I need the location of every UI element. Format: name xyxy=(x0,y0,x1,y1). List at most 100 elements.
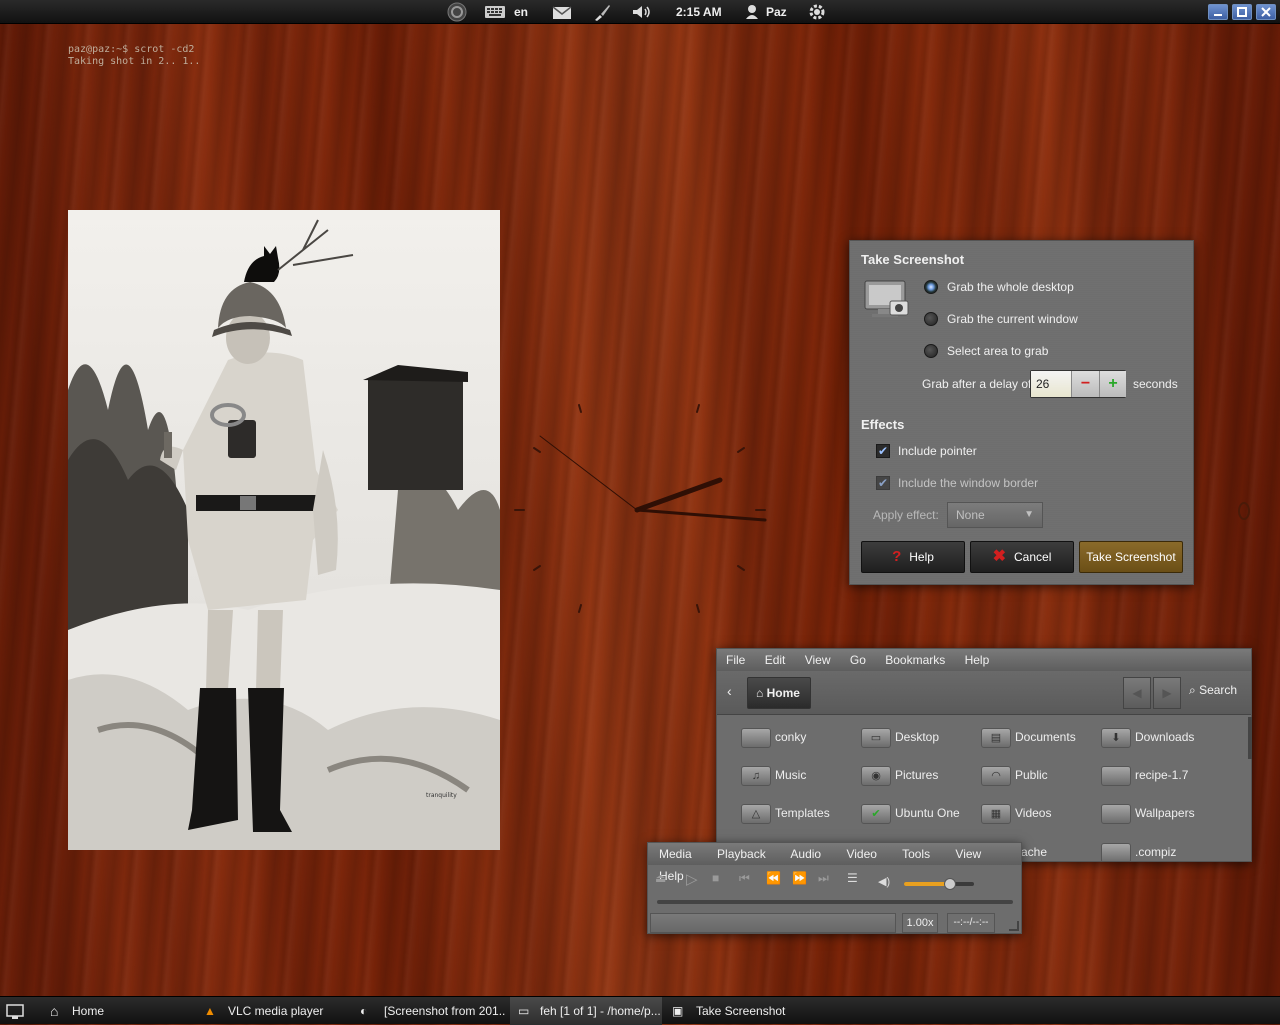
grab-whole-desktop-label[interactable]: Grab the whole desktop xyxy=(947,280,1074,294)
next-icon[interactable]: ⏭ xyxy=(818,871,829,886)
folder-item[interactable]: .compiz xyxy=(1101,840,1176,861)
task-take-screenshot[interactable]: ▣ Take Screenshot xyxy=(668,997,818,1025)
help-button[interactable]: ? Help xyxy=(861,541,965,573)
include-border-checkbox[interactable]: ✔ xyxy=(876,476,890,490)
menu-go[interactable]: Go xyxy=(850,653,866,667)
search-button[interactable]: ⌕ Search xyxy=(1189,683,1237,698)
volume-slider-handle[interactable] xyxy=(943,878,956,890)
select-area-label[interactable]: Select area to grab xyxy=(947,344,1048,358)
vlc-menu-playback[interactable]: Playback xyxy=(717,847,766,861)
playlist-icon[interactable]: ☰ xyxy=(847,871,858,885)
increase-delay-button[interactable]: + xyxy=(1099,371,1126,397)
delay-input[interactable]: 26 xyxy=(1031,371,1071,397)
videos-folder-icon: ▦ xyxy=(981,804,1011,824)
show-desktop-button[interactable] xyxy=(4,997,26,1025)
task-feh[interactable]: ▭ feh [1 of 1] - /home/p... xyxy=(510,997,662,1025)
folder-label: recipe-1.7 xyxy=(1135,768,1189,782)
cancel-button[interactable]: ✖ Cancel xyxy=(970,541,1074,573)
user-name[interactable]: Paz xyxy=(766,0,787,24)
folder-label: .compiz xyxy=(1135,845,1177,859)
scrollbar[interactable] xyxy=(1248,717,1252,759)
location-home-button[interactable]: ⌂ Home xyxy=(747,677,811,709)
folder-item[interactable]: △ Templates xyxy=(741,801,830,825)
seek-bar[interactable] xyxy=(657,900,1013,904)
playback-speed[interactable]: 1.00x xyxy=(902,913,938,933)
rewind-icon[interactable]: ⏪ xyxy=(766,871,781,885)
folder-item[interactable]: Wallpapers xyxy=(1101,801,1195,825)
photo-viewer-image[interactable]: tranquility xyxy=(68,210,500,850)
apply-effect-select[interactable]: None ▼ xyxy=(947,502,1043,528)
search-label: Search xyxy=(1199,683,1238,697)
vlc-menu-view[interactable]: View xyxy=(955,847,981,861)
grab-whole-desktop-radio[interactable] xyxy=(924,280,938,294)
menu-file[interactable]: File xyxy=(726,653,745,667)
grab-current-window-radio[interactable] xyxy=(924,312,938,326)
volume-icon[interactable]: ◀) xyxy=(878,875,890,888)
folder-item[interactable]: ▭ Desktop xyxy=(861,725,939,749)
task-label: [Screenshot from 201... xyxy=(384,1004,506,1018)
terminal-line: Taking shot in 2.. 1.. xyxy=(68,56,201,67)
folder-item[interactable]: ✔ Ubuntu One xyxy=(861,801,960,825)
previous-icon[interactable]: ⏮ xyxy=(739,871,750,886)
folder-item[interactable]: conky xyxy=(741,725,806,749)
include-border-label[interactable]: Include the window border xyxy=(898,476,1038,490)
stop-icon[interactable]: ■ xyxy=(712,871,719,885)
decrease-delay-button[interactable]: − xyxy=(1071,371,1099,397)
menu-edit[interactable]: Edit xyxy=(765,653,786,667)
folder-item[interactable]: ▦ Videos xyxy=(981,801,1051,825)
menu-bookmarks[interactable]: Bookmarks xyxy=(885,653,945,667)
gear-icon[interactable] xyxy=(806,0,828,24)
grab-current-window-label[interactable]: Grab the current window xyxy=(947,312,1078,326)
play-icon[interactable]: ▷ xyxy=(686,870,698,888)
chevron-down-icon: ▼ xyxy=(1024,509,1034,520)
task-vlc[interactable]: ▲ VLC media player xyxy=(200,997,350,1025)
volume-icon[interactable] xyxy=(630,0,654,24)
folder-item[interactable]: ▤ Documents xyxy=(981,725,1076,749)
maximize-button[interactable] xyxy=(1232,4,1252,20)
menu-help[interactable]: Help xyxy=(965,653,990,667)
volume-slider-fill xyxy=(904,882,950,886)
folder-item[interactable]: ⬇ Downloads xyxy=(1101,725,1194,749)
eject-icon[interactable]: ⏏ xyxy=(655,871,666,885)
keyboard-icon[interactable] xyxy=(484,0,506,24)
take-screenshot-dialog: Take Screenshot Grab the whole desktop G… xyxy=(849,240,1194,585)
brush-icon[interactable] xyxy=(592,0,612,24)
close-button[interactable] xyxy=(1256,4,1276,20)
help-button-label: Help xyxy=(909,550,934,564)
apply-effect-value: None xyxy=(956,508,985,522)
clock-label[interactable]: 2:15 AM xyxy=(676,0,722,24)
clock-second-hand xyxy=(539,435,638,511)
fast-forward-icon[interactable]: ⏩ xyxy=(792,871,807,885)
terminal-output: paz@paz:~$ scrot -cd2 Taking shot in 2..… xyxy=(68,44,200,68)
vlc-menu-tools[interactable]: Tools xyxy=(902,847,930,861)
include-pointer-checkbox[interactable]: ✔ xyxy=(876,444,890,458)
volume-slider[interactable] xyxy=(904,878,974,890)
include-pointer-label[interactable]: Include pointer xyxy=(898,444,977,458)
folder-item[interactable]: recipe-1.7 xyxy=(1101,763,1188,787)
chevron-left-icon[interactable]: ‹ xyxy=(727,683,732,699)
select-area-radio[interactable] xyxy=(924,344,938,358)
keyboard-layout[interactable]: en xyxy=(514,0,528,24)
folder-item[interactable]: ◠ Public xyxy=(981,763,1048,787)
back-button[interactable]: ◀ xyxy=(1123,677,1151,709)
bottom-taskbar: ⌂ Home ▲ VLC media player ◐ [Screenshot fro… xyxy=(0,996,1280,1025)
folder-item[interactable]: ◉ Pictures xyxy=(861,763,938,787)
time-display[interactable]: --:--/--:-- xyxy=(947,913,995,933)
folder-item[interactable]: ♫ Music xyxy=(741,763,806,787)
folder-label: Music xyxy=(775,768,807,782)
take-screenshot-button[interactable]: Take Screenshot xyxy=(1079,541,1183,573)
resize-grip[interactable] xyxy=(1009,921,1019,931)
user-icon xyxy=(744,0,760,24)
vlc-menu-media[interactable]: Media xyxy=(659,847,692,861)
minimize-button[interactable] xyxy=(1208,4,1228,20)
forward-button[interactable]: ▶ xyxy=(1153,677,1181,709)
menu-view[interactable]: View xyxy=(805,653,831,667)
vlc-menu-audio[interactable]: Audio xyxy=(790,847,821,861)
task-screenshot-image[interactable]: ◐ [Screenshot from 201... xyxy=(356,997,506,1025)
vlc-menu-video[interactable]: Video xyxy=(846,847,876,861)
templates-folder-icon: △ xyxy=(741,804,771,824)
ubuntu-logo-icon[interactable] xyxy=(446,0,468,24)
mail-icon[interactable] xyxy=(552,0,572,24)
task-home[interactable]: ⌂ Home xyxy=(46,997,196,1025)
clock-minute-hand xyxy=(635,508,767,522)
